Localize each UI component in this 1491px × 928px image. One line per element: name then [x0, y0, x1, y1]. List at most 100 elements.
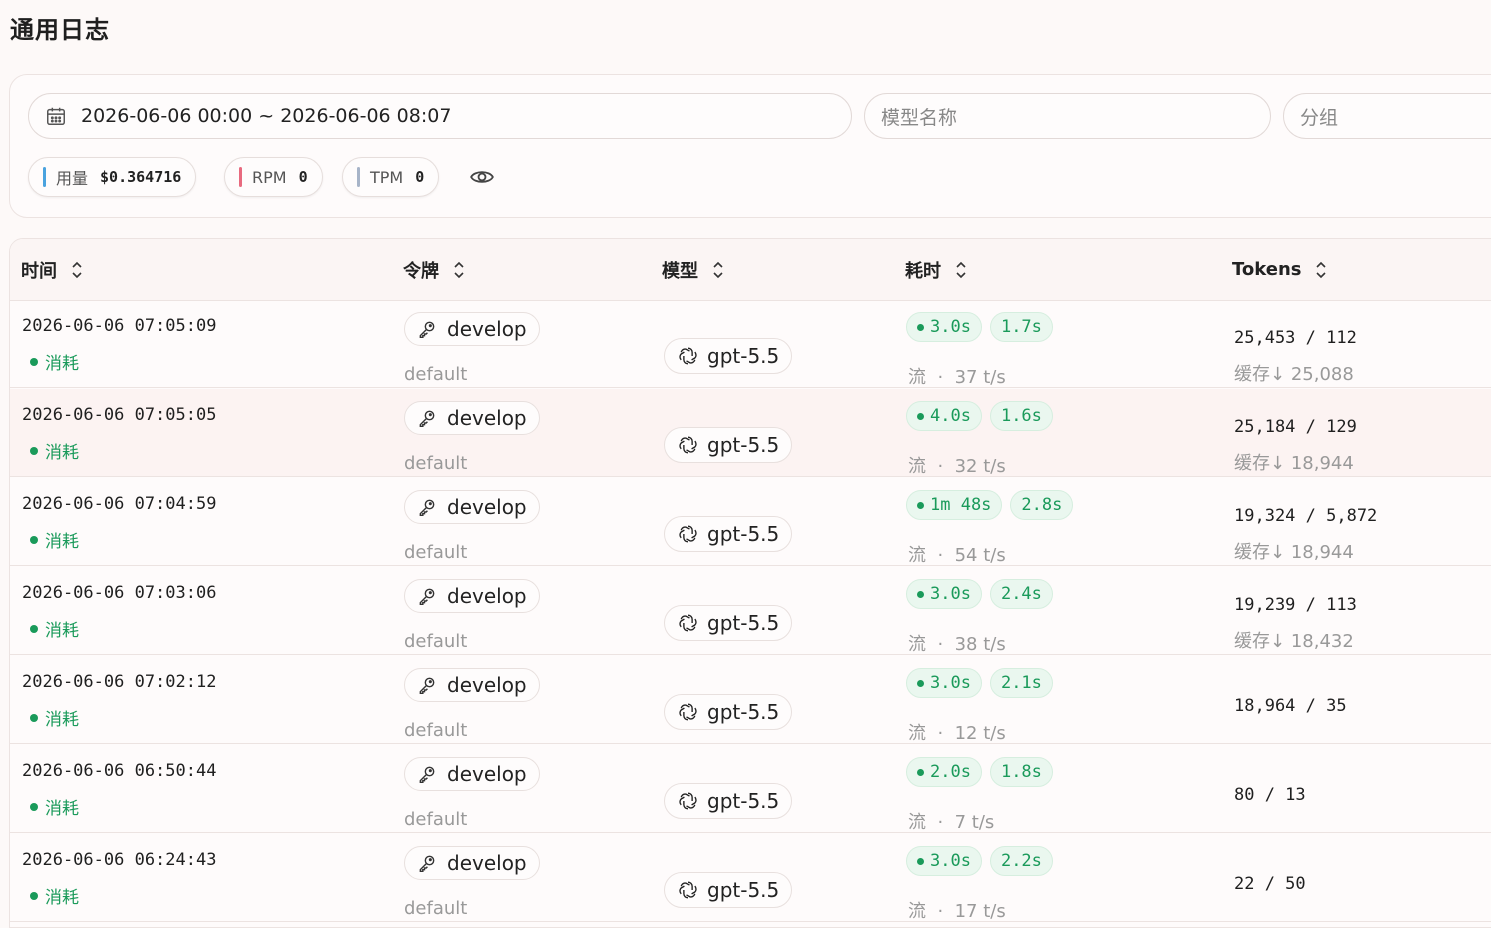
openai-icon [679, 525, 697, 543]
total-duration-badge: 3.0s [906, 312, 982, 342]
cache-tokens: 缓存↓ 18,944 [1234, 449, 1354, 475]
model-chip[interactable]: gpt-5.5 [664, 694, 793, 730]
column-header-model[interactable]: 模型 [662, 239, 724, 300]
model-chip[interactable]: gpt-5.5 [664, 783, 793, 819]
first-token-time: 1.8s [1000, 762, 1042, 782]
column-header-duration[interactable]: 耗时 [905, 239, 967, 300]
first-token-badge: 2.8s [1010, 490, 1074, 520]
cache-label: 缓存↓ [1234, 453, 1286, 474]
usage-stat: 用量 $0.364716 [28, 157, 197, 197]
total-duration-badge: 1m 48s [906, 490, 1003, 520]
column-header-token-label: 令牌 [403, 260, 439, 282]
column-header-tokens[interactable]: Tokens [1232, 239, 1327, 300]
token-chip[interactable]: develop [404, 668, 540, 702]
table-row[interactable]: 2026-06-06 07:03:06 消耗 develop default gpt-5… [10, 567, 1491, 655]
column-header-time[interactable]: 时间 [21, 239, 83, 300]
tpm-label: TPM [370, 167, 404, 187]
model-chip[interactable]: gpt-5.5 [664, 427, 793, 463]
date-range-picker[interactable]: 2026-06-06 00:00 ~ 2026-06-06 08:07 [28, 93, 852, 139]
status-badge: 消耗 [30, 883, 79, 908]
stream-label: 流 [908, 545, 926, 566]
column-header-token[interactable]: 令牌 [403, 239, 465, 300]
status-label: 消耗 [45, 710, 79, 730]
model-name: gpt-5.5 [707, 344, 780, 368]
table-row[interactable]: 2026-06-06 06:24:43 消耗 develop default gpt-5… [10, 834, 1491, 922]
table-row[interactable]: 2026-06-06 07:04:59 消耗 develop default gpt-5… [10, 478, 1491, 566]
sort-icon[interactable] [712, 260, 724, 280]
duration-group: 3.0s 2.4s [906, 579, 1061, 609]
status-badge: 消耗 [30, 705, 79, 730]
sort-icon[interactable] [955, 260, 967, 280]
table-row[interactable]: 2026-06-06 07:02:12 消耗 develop default gpt-5… [10, 656, 1491, 744]
status-dot [30, 446, 38, 455]
token-name: develop [447, 584, 527, 608]
tpm-stat: TPM 0 [342, 157, 440, 197]
table-row[interactable]: 2026-06-06 06:50:44 消耗 develop default gpt-5… [10, 745, 1491, 833]
token-counts: 25,453 / 112 [1234, 328, 1357, 348]
token-name: develop [447, 851, 527, 875]
table-row[interactable]: 2026-06-06 07:05:05 消耗 develop default gpt-5… [10, 389, 1491, 477]
usage-value: $0.364716 [100, 168, 182, 186]
sort-icon[interactable] [71, 260, 83, 280]
eye-icon[interactable] [469, 164, 495, 190]
stream-label: 流 [908, 901, 926, 922]
row-time: 2026-06-06 06:24:43 [22, 850, 217, 870]
usage-color-bar [43, 167, 46, 187]
first-token-badge: 2.4s [989, 579, 1053, 609]
duration-group: 3.0s 2.2s [906, 846, 1061, 876]
duration-dot [917, 590, 924, 598]
model-chip[interactable]: gpt-5.5 [664, 338, 793, 374]
duration-dot [917, 412, 924, 420]
status-dot [30, 535, 38, 544]
total-duration-badge: 3.0s [906, 668, 982, 698]
token-chip[interactable]: develop [404, 846, 540, 880]
table-header: 时间 令牌 模型 耗时 Tokens [10, 239, 1491, 301]
cache-label: 缓存↓ [1234, 631, 1286, 652]
token-chip[interactable]: develop [404, 312, 540, 346]
openai-icon [679, 614, 697, 632]
token-chip[interactable]: develop [404, 401, 540, 435]
token-counts: 19,239 / 113 [1234, 595, 1357, 615]
model-name: gpt-5.5 [707, 611, 780, 635]
model-name: gpt-5.5 [707, 878, 780, 902]
token-name: develop [447, 673, 527, 697]
first-token-badge: 1.7s [989, 312, 1053, 342]
status-label: 消耗 [45, 799, 79, 819]
duration-dot [917, 501, 924, 509]
token-name: develop [447, 762, 527, 786]
model-chip[interactable]: gpt-5.5 [664, 605, 793, 641]
model-chip[interactable]: gpt-5.5 [664, 516, 793, 552]
row-time: 2026-06-06 07:05:05 [22, 405, 217, 425]
speed-value: 7 t/s [954, 812, 995, 833]
token-name: develop [447, 406, 527, 430]
model-chip[interactable]: gpt-5.5 [664, 872, 793, 908]
duration-group: 4.0s 1.6s [906, 401, 1061, 431]
token-group: default [404, 898, 468, 919]
speed-value: 54 t/s [954, 545, 1006, 566]
sort-icon[interactable] [453, 260, 465, 280]
first-token-badge: 1.6s [989, 401, 1053, 431]
key-icon [419, 677, 435, 695]
token-chip[interactable]: develop [404, 579, 540, 613]
duration-group: 3.0s 2.1s [906, 668, 1061, 698]
table-row[interactable]: 2026-06-06 07:05:09 消耗 develop default gpt-5… [10, 300, 1491, 388]
tpm-color-bar [357, 167, 360, 187]
row-time: 2026-06-06 07:03:06 [22, 583, 217, 603]
model-name-input[interactable]: 模型名称 [864, 93, 1271, 139]
status-label: 消耗 [45, 443, 79, 463]
status-dot [30, 357, 38, 366]
rpm-stat: RPM 0 [224, 157, 323, 197]
token-chip[interactable]: develop [404, 490, 540, 524]
first-token-badge: 2.2s [989, 846, 1053, 876]
group-select[interactable]: 分组 [1283, 93, 1491, 139]
cache-tokens: 缓存↓ 25,088 [1234, 360, 1354, 386]
status-dot [30, 713, 38, 722]
model-name: gpt-5.5 [707, 522, 780, 546]
status-badge: 消耗 [30, 349, 79, 374]
sort-icon[interactable] [1315, 260, 1327, 280]
token-chip[interactable]: develop [404, 757, 540, 791]
speed-value: 38 t/s [954, 634, 1006, 655]
total-duration: 2.0s [930, 762, 971, 782]
duration-group: 2.0s 1.8s [906, 757, 1061, 787]
usage-label: 用量 [56, 169, 89, 188]
